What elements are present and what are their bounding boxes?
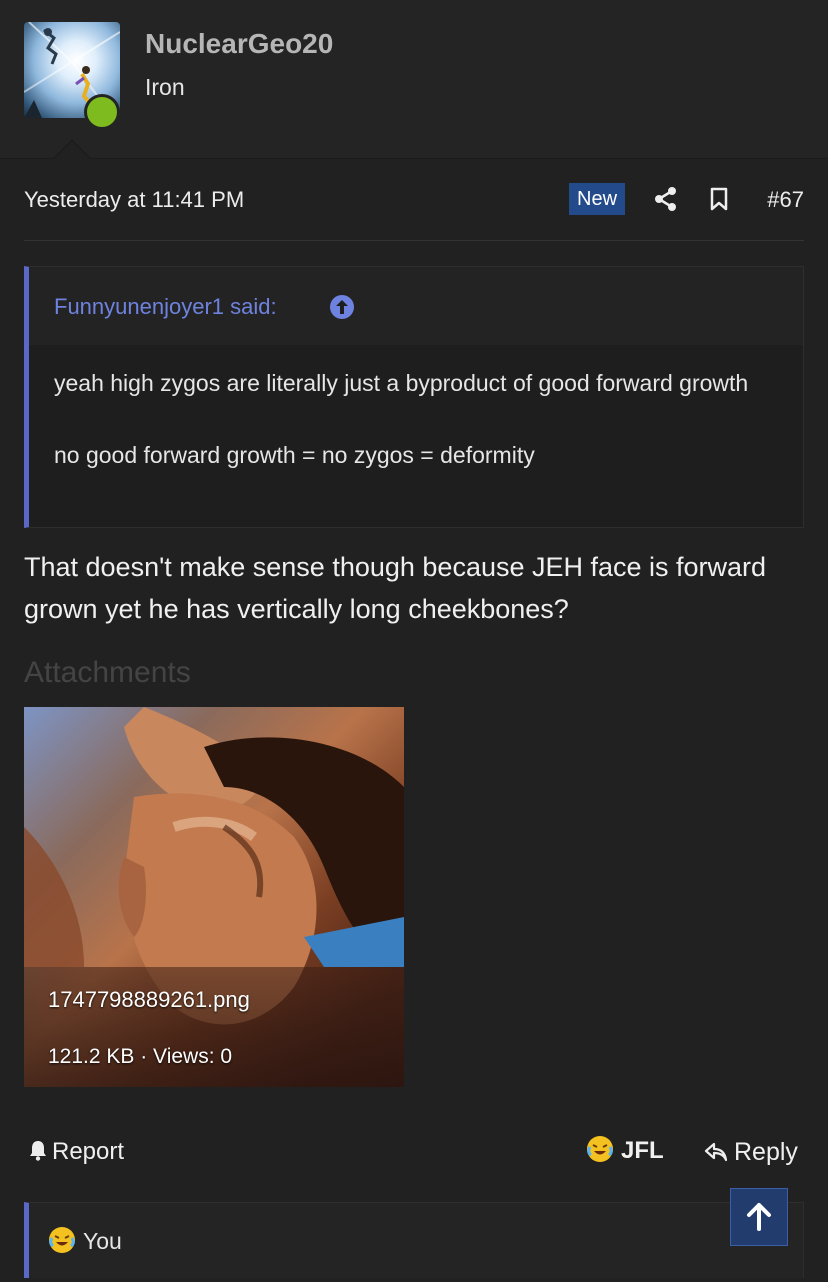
reply-icon xyxy=(704,1140,728,1169)
online-status-indicator xyxy=(84,94,120,130)
attachment-filename[interactable]: 1747798889261.png xyxy=(48,987,250,1013)
arrow-up-icon xyxy=(747,1203,771,1231)
quote-paragraph: yeah high zygos are literally just a byp… xyxy=(54,370,749,396)
crying-laughing-emoji-icon xyxy=(49,1227,75,1253)
crying-laughing-emoji-icon xyxy=(587,1136,613,1162)
quote-header: Funnyunenjoyer1 said: xyxy=(29,267,803,345)
reaction-button[interactable]: JFL xyxy=(587,1136,664,1165)
reactions-bar[interactable]: You xyxy=(24,1202,804,1278)
share-icon[interactable] xyxy=(654,186,678,217)
post-body: That doesn't make sense though because J… xyxy=(24,552,767,624)
user-info-bar: NuclearGeo20 Iron xyxy=(0,0,828,159)
post-meta: Yesterday at 11:41 PM New #67 xyxy=(24,180,804,220)
reply-button[interactable]: Reply xyxy=(704,1138,798,1169)
reaction-label: JFL xyxy=(621,1137,664,1164)
report-label: Report xyxy=(52,1138,125,1165)
post-date[interactable]: Yesterday at 11:41 PM xyxy=(24,187,244,213)
attachments-heading: Attachments xyxy=(24,656,191,689)
quote-content: yeah high zygos are literally just a byp… xyxy=(54,365,778,509)
bell-icon xyxy=(28,1139,48,1168)
reply-label: Reply xyxy=(734,1138,798,1166)
post-number-link[interactable]: #67 xyxy=(767,187,804,213)
quote-block: Funnyunenjoyer1 said: yeah high zygos ar… xyxy=(24,266,804,528)
new-badge: New xyxy=(569,183,626,215)
user-title: Iron xyxy=(145,74,185,100)
reactions-users[interactable]: You xyxy=(83,1228,122,1254)
attachment-info: 121.2 KB · Views: 0 xyxy=(48,1045,233,1068)
bookmark-icon[interactable] xyxy=(710,187,728,216)
divider xyxy=(24,240,804,241)
report-button[interactable]: Report xyxy=(28,1138,124,1168)
arrow-up-circle-icon[interactable] xyxy=(329,294,355,325)
username[interactable]: NuclearGeo20 xyxy=(145,28,333,60)
attachment-thumbnail[interactable]: 1747798889261.png 121.2 KB · Views: 0 xyxy=(24,707,404,1087)
scroll-to-top-button[interactable] xyxy=(730,1188,788,1246)
post-actions: Report JFL Reply xyxy=(24,1130,804,1174)
quote-paragraph: no good forward growth = no zygos = defo… xyxy=(54,442,535,468)
quote-author-link[interactable]: Funnyunenjoyer1 said: xyxy=(54,294,277,320)
